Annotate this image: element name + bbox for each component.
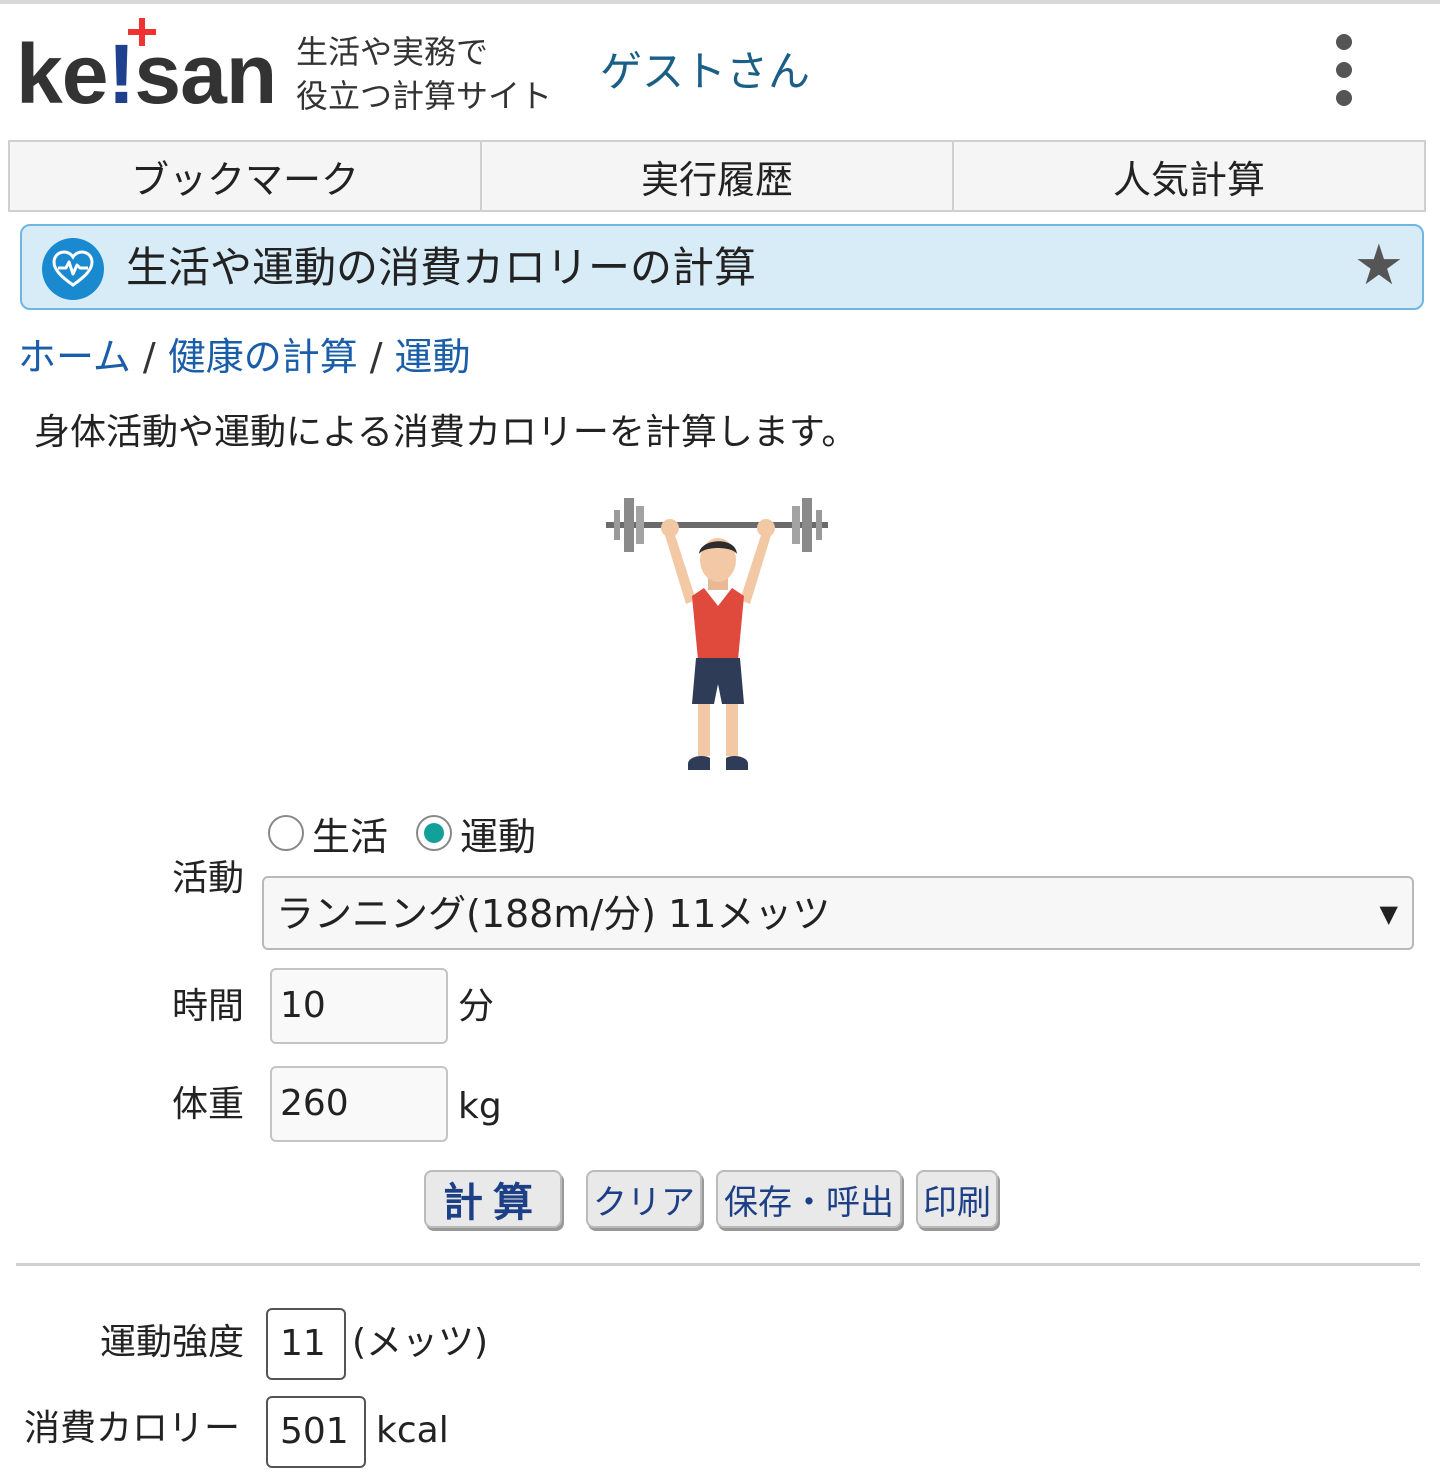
- radio-exercise-label[interactable]: 運動: [460, 806, 536, 861]
- activity-type-radios: 生活 運動: [268, 806, 564, 861]
- print-button[interactable]: 印刷: [916, 1170, 998, 1228]
- save-load-button[interactable]: 保存・呼出: [716, 1170, 902, 1228]
- time-unit: 分: [458, 986, 495, 1027]
- clear-button[interactable]: クリア: [586, 1170, 702, 1228]
- breadcrumb-current[interactable]: 運動: [395, 335, 471, 379]
- radio-exercise[interactable]: [416, 815, 453, 851]
- tagline-line-2: 役立つ計算サイト: [296, 77, 553, 115]
- calorie-output: 501: [266, 1396, 366, 1468]
- top-tabs: ブックマーク 実行履歴 人気計算: [8, 140, 1426, 212]
- breadcrumb-category[interactable]: 健康の計算: [168, 335, 358, 379]
- tab-bookmark[interactable]: ブックマーク: [10, 142, 482, 210]
- logo-text: ke!san: [16, 27, 277, 121]
- intensity-output: 11: [266, 1308, 346, 1380]
- star-icon[interactable]: ★: [1354, 234, 1404, 298]
- page-description: 身体活動や運動による消費カロリーを計算します。: [34, 412, 858, 453]
- kebab-dot: [1336, 34, 1352, 50]
- radio-life[interactable]: [268, 815, 304, 851]
- weightlifter-illustration: [600, 488, 836, 778]
- weight-input[interactable]: 260: [270, 1066, 448, 1142]
- intensity-label: 運動強度: [100, 1322, 245, 1363]
- activity-label: 活動: [172, 858, 245, 899]
- section-divider: [16, 1263, 1420, 1266]
- tagline-line-1: 生活や実務で: [296, 33, 489, 71]
- radio-life-label[interactable]: 生活: [312, 806, 388, 861]
- calorie-label: 消費カロリー: [24, 1408, 241, 1449]
- activity-select[interactable]: ランニング(188m/分) 11メッツ ▼: [262, 876, 1414, 950]
- keisan-logo[interactable]: ke!san: [16, 18, 278, 116]
- time-input[interactable]: 10: [270, 968, 448, 1044]
- activity-select-value: ランニング(188m/分) 11メッツ: [276, 892, 831, 936]
- kebab-dot: [1336, 62, 1352, 78]
- weight-unit: kg: [458, 1086, 502, 1127]
- top-divider: [0, 0, 1440, 4]
- breadcrumb-separator: /: [369, 335, 383, 379]
- heart-pulse-icon: [42, 238, 104, 300]
- tab-popular[interactable]: 人気計算: [954, 142, 1424, 210]
- tab-history[interactable]: 実行履歴: [482, 142, 954, 210]
- site-tagline: 生活や実務で 役立つ計算サイト: [296, 30, 552, 118]
- logo-exclamation: !: [107, 27, 135, 121]
- calculate-button[interactable]: 計算: [424, 1170, 562, 1228]
- kebab-dot: [1336, 90, 1352, 106]
- intensity-unit: (メッツ): [352, 1322, 489, 1363]
- time-label: 時間: [172, 986, 245, 1027]
- dropdown-arrow-icon: ▼: [1379, 900, 1398, 928]
- guest-user-link[interactable]: ゲストさん: [600, 46, 810, 98]
- breadcrumb-separator: /: [142, 335, 156, 379]
- breadcrumb: ホーム / 健康の計算 / 運動: [18, 332, 471, 382]
- kebab-menu-icon[interactable]: [1318, 30, 1370, 112]
- page-title-bar: 生活や運動の消費カロリーの計算 ★: [20, 224, 1424, 310]
- weight-label: 体重: [172, 1084, 245, 1125]
- calorie-unit: kcal: [376, 1410, 449, 1451]
- page-title: 生活や運動の消費カロリーの計算: [126, 243, 757, 292]
- breadcrumb-home[interactable]: ホーム: [18, 335, 131, 379]
